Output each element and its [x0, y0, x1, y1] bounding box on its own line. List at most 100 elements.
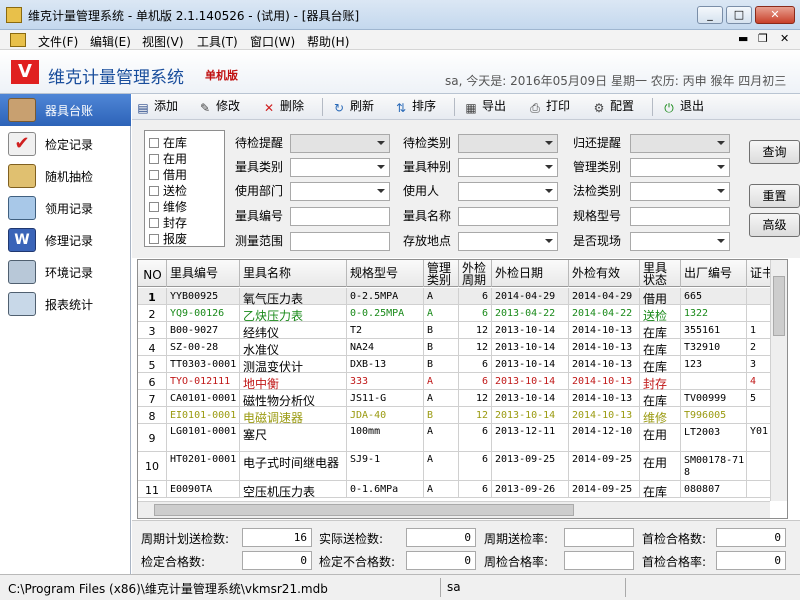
col-name-header[interactable]: 里具名称: [240, 260, 347, 287]
col-category-cell: A: [424, 390, 459, 407]
input-gauge-code[interactable]: [290, 207, 390, 226]
input-spec[interactable]: [630, 207, 730, 226]
checkbox-in-use[interactable]: 在用: [149, 150, 187, 167]
config-button[interactable]: ⚙ 配置: [592, 97, 634, 117]
add-button[interactable]: ▤ 添加: [136, 97, 178, 117]
table-row[interactable]: 4 SZ-00-28 水准仪 NA24 B 12 2013-10-14 2014-10-13 在…: [138, 339, 777, 356]
sidebar-item-report[interactable]: 报表统计: [0, 288, 131, 320]
sidebar-item-ledger[interactable]: 器具台账: [0, 94, 131, 126]
select-legal-category[interactable]: [630, 182, 730, 201]
reset-button[interactable]: 重置: [749, 184, 800, 208]
checkbox-repair[interactable]: 维修: [149, 198, 187, 215]
col-valid-cell: 2014-12-10: [569, 424, 640, 452]
col-valid-cell: 2014-10-13: [569, 373, 640, 390]
label-storage: 存放地点: [403, 234, 452, 248]
export-icon: ▦: [465, 101, 477, 115]
label-on-site: 是否现场: [573, 234, 622, 248]
col-spec-cell: NA24: [347, 339, 424, 356]
vertical-scrollbar[interactable]: [770, 260, 787, 501]
minimize-button[interactable]: _: [697, 6, 723, 24]
col-no-header[interactable]: NO: [138, 260, 167, 287]
maximize-button[interactable]: □: [726, 6, 752, 24]
sidebar-item-environment[interactable]: 环境记录: [0, 256, 131, 288]
col-valid-header[interactable]: 外检有效: [569, 260, 640, 287]
select-user[interactable]: [458, 182, 558, 201]
chevron-down-icon: [717, 189, 725, 193]
mdi-restore-icon[interactable]: ❐: [758, 32, 768, 45]
label-manage-category: 管理类别: [573, 160, 622, 174]
col-date-header[interactable]: 外检日期: [492, 260, 569, 287]
input-gauge-name[interactable]: [458, 207, 558, 226]
select-manage-category[interactable]: [630, 158, 730, 177]
horizontal-scrollbar[interactable]: [138, 501, 770, 518]
sort-button[interactable]: ⇅ 排序: [394, 97, 436, 117]
refresh-button[interactable]: ↻ 刷新: [332, 97, 374, 117]
close-button[interactable]: ✕: [755, 6, 795, 24]
table-row[interactable]: 8 EI0101-0001 电磁调速器 JDA-40 B 12 2013-10-14 2014…: [138, 407, 777, 424]
scroll-thumb[interactable]: [773, 276, 785, 336]
query-button[interactable]: 查询: [749, 140, 800, 164]
checkbox-in-stock[interactable]: 在库: [149, 134, 187, 151]
mdi-minimize-icon[interactable]: ▬: [738, 32, 748, 45]
menu-view[interactable]: 视图(V): [142, 33, 184, 50]
environment-record-icon: [8, 260, 36, 284]
sidebar-item-verification[interactable]: ✔ 检定记录: [0, 128, 131, 160]
select-department[interactable]: [290, 182, 390, 201]
col-date-cell: 2013-10-14: [492, 373, 569, 390]
col-factory-no-cell: 080807: [681, 481, 747, 498]
stat-pass-count: 0: [242, 551, 312, 570]
table-row[interactable]: 10 HT0201-0001 电子式时间继电器 SJ9-1 A 6 2013-09-25 20…: [138, 452, 777, 481]
exit-button[interactable]: ⏻ 退出: [662, 97, 704, 117]
table-row[interactable]: 2 YQ9-00126 乙炔压力表 0-0.25MPA A 6 2013-04-22 2014…: [138, 305, 777, 322]
label-return-reminder: 归还提醒: [573, 136, 622, 150]
col-category-header[interactable]: 管理类别: [424, 260, 459, 287]
menu-bar: 文件(F) 编辑(E) 视图(V) 工具(T) 窗口(W) 帮助(H) ▬ ❐ …: [0, 30, 800, 50]
table-row[interactable]: 6 TYO-012111 地中衡 333 A 6 2013-10-14 2014-10-13 封…: [138, 373, 777, 390]
col-code-header[interactable]: 里具编号: [167, 260, 240, 287]
select-on-site[interactable]: [630, 232, 730, 251]
col-name-cell: 乙炔压力表: [240, 305, 347, 322]
edit-button[interactable]: ✎ 修改: [198, 97, 240, 117]
table-row[interactable]: 5 TT0303-0001 测温变伏计 DXB-13 B 6 2013-10-14 2014-…: [138, 356, 777, 373]
table-row[interactable]: 7 CA0101-0001 磁性物分析仪 JS11-G A 12 2013-10-14 201…: [138, 390, 777, 407]
advanced-button[interactable]: 高级: [749, 213, 800, 237]
sidebar-item-requisition[interactable]: 领用记录: [0, 192, 131, 224]
col-cycle-header[interactable]: 外检周期: [459, 260, 492, 287]
select-gauge-kind[interactable]: [458, 158, 558, 177]
select-due-category[interactable]: [458, 134, 558, 153]
sidebar-item-inspection[interactable]: 随机抽检: [0, 160, 131, 192]
menu-help[interactable]: 帮助(H): [307, 33, 349, 50]
table-row[interactable]: 1 YYB00925 氧气压力表 0-2.5MPA A 6 2014-04-29 2014-0…: [138, 288, 777, 305]
input-range[interactable]: [290, 232, 390, 251]
select-return-reminder[interactable]: [630, 134, 730, 153]
scroll-thumb[interactable]: [154, 504, 574, 516]
menu-tools[interactable]: 工具(T): [197, 33, 238, 50]
select-storage[interactable]: [458, 232, 558, 251]
export-button[interactable]: ▦ 导出: [464, 97, 506, 117]
checkbox-borrowed[interactable]: 借用: [149, 166, 187, 183]
menu-window[interactable]: 窗口(W): [250, 33, 295, 50]
col-category-cell: B: [424, 407, 459, 424]
col-factory-no-header[interactable]: 出厂编号: [681, 260, 747, 287]
table-row[interactable]: 11 E0090TA 空压机压力表 0-1.6MPa A 6 2013-09-26 2014-…: [138, 481, 777, 498]
select-due-reminder[interactable]: [290, 134, 390, 153]
checkbox-sent-check[interactable]: 送检: [149, 182, 187, 199]
doc-icon[interactable]: [10, 33, 26, 47]
status-divider: [625, 578, 626, 597]
checkbox-scrapped[interactable]: 报废: [149, 230, 187, 247]
menu-edit[interactable]: 编辑(E): [90, 33, 131, 50]
delete-button[interactable]: ✕ 删除: [262, 97, 304, 117]
mdi-close-icon[interactable]: ✕: [780, 32, 789, 45]
app-icon[interactable]: [6, 7, 22, 23]
print-button[interactable]: ⎙ 打印: [528, 97, 570, 117]
col-spec-header[interactable]: 规格型号: [347, 260, 424, 287]
table-row[interactable]: 9 LG0101-0001 塞尺 100mm A 6 2013-12-11 2014-12-1…: [138, 424, 777, 452]
checkbox-sealed[interactable]: 封存: [149, 214, 187, 231]
sidebar-item-repair[interactable]: W 修理记录: [0, 224, 131, 256]
sidebar-item-label: 领用记录: [45, 202, 94, 216]
select-gauge-category[interactable]: [290, 158, 390, 177]
menu-file[interactable]: 文件(F): [38, 33, 78, 50]
refresh-icon: ↻: [333, 101, 345, 115]
col-status-header[interactable]: 里具状态: [640, 260, 681, 287]
table-row[interactable]: 3 B00-9027 经纬仪 T2 B 12 2013-10-14 2014-10-13 在库 3…: [138, 322, 777, 339]
